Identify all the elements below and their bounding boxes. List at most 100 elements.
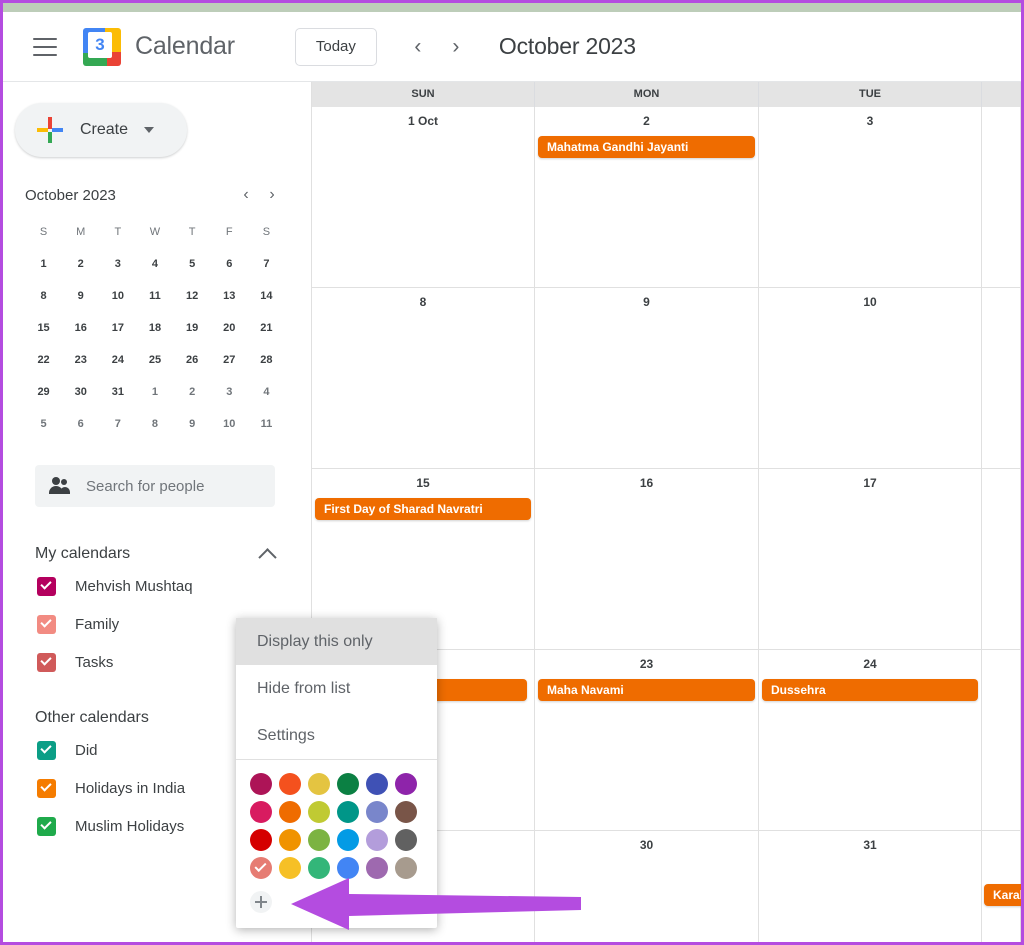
calendar-event[interactable]: Dussehra: [762, 679, 978, 701]
day-number[interactable]: 17: [759, 476, 981, 490]
mini-calendar-day[interactable]: 23: [62, 350, 99, 371]
mini-calendar-day[interactable]: 19: [174, 318, 211, 339]
google-calendar-logo-icon[interactable]: 3: [83, 27, 121, 66]
mini-calendar-prev-icon[interactable]: ‹: [233, 182, 259, 208]
mini-calendar-day[interactable]: 11: [136, 286, 173, 307]
mini-calendar-day[interactable]: 30: [62, 382, 99, 403]
day-cell[interactable]: 10: [759, 288, 982, 468]
chevron-left-icon[interactable]: ‹: [401, 30, 435, 64]
mini-calendar-day[interactable]: 1: [136, 382, 173, 403]
calendar-event[interactable]: Mahatma Gandhi Jayanti: [538, 136, 755, 158]
mini-calendar-day[interactable]: 22: [25, 350, 62, 371]
mini-calendar-day[interactable]: 9: [62, 286, 99, 307]
mini-calendar-day[interactable]: 14: [248, 286, 285, 307]
calendar-event[interactable]: Karak: [984, 884, 1021, 906]
day-cell[interactable]: 8: [312, 288, 535, 468]
mini-calendar-day[interactable]: 2: [174, 382, 211, 403]
color-swatch[interactable]: [279, 857, 301, 879]
my-calendar-item[interactable]: Mehvish Mushtaq: [35, 567, 280, 605]
mini-calendar-day[interactable]: 8: [136, 414, 173, 435]
color-swatch[interactable]: [250, 857, 272, 879]
day-cell[interactable]: 31: [759, 831, 982, 942]
calendar-checkbox[interactable]: [37, 652, 56, 672]
color-swatch[interactable]: [250, 829, 272, 851]
mini-calendar-day[interactable]: 7: [248, 254, 285, 275]
day-number[interactable]: 16: [535, 476, 758, 490]
color-swatch[interactable]: [308, 773, 330, 795]
day-cell[interactable]: Karak: [982, 831, 1021, 942]
day-number[interactable]: 1 Oct: [312, 114, 534, 128]
today-button[interactable]: Today: [294, 27, 377, 66]
day-cell[interactable]: 23 Maha Navami: [535, 650, 759, 830]
mini-calendar-day[interactable]: 5: [174, 254, 211, 275]
color-swatch[interactable]: [250, 773, 272, 795]
calendar-checkbox[interactable]: [37, 740, 56, 760]
context-menu-item[interactable]: Display this only: [236, 618, 437, 665]
mini-calendar-day[interactable]: 24: [99, 350, 136, 371]
day-number[interactable]: 23: [535, 657, 758, 671]
mini-calendar-day[interactable]: 2: [62, 254, 99, 275]
color-swatch[interactable]: [337, 829, 359, 851]
mini-calendar-day[interactable]: 7: [99, 414, 136, 435]
color-swatch[interactable]: [250, 801, 272, 823]
mini-calendar-day[interactable]: 27: [211, 350, 248, 371]
mini-calendar-day[interactable]: 13: [211, 286, 248, 307]
calendar-checkbox[interactable]: [37, 778, 56, 798]
color-swatch[interactable]: [337, 857, 359, 879]
calendar-event[interactable]: First Day of Sharad Navratri: [315, 498, 531, 520]
search-for-people-input[interactable]: Search for people: [35, 465, 275, 507]
mini-calendar-day[interactable]: 3: [211, 382, 248, 403]
color-swatch[interactable]: [395, 829, 417, 851]
color-swatch[interactable]: [279, 829, 301, 851]
mini-calendar-day[interactable]: 17: [99, 318, 136, 339]
mini-calendar-day[interactable]: 10: [211, 414, 248, 435]
chevron-up-icon[interactable]: [258, 547, 277, 567]
mini-calendar-day[interactable]: 31: [99, 382, 136, 403]
day-cell[interactable]: 3: [759, 107, 982, 287]
mini-calendar-day[interactable]: 6: [62, 414, 99, 435]
day-number[interactable]: 8: [312, 295, 534, 309]
color-swatch[interactable]: [366, 773, 388, 795]
my-calendars-header[interactable]: My calendars: [35, 541, 280, 567]
color-swatch[interactable]: [308, 857, 330, 879]
mini-calendar-day[interactable]: 6: [211, 254, 248, 275]
mini-calendar-day[interactable]: 5: [25, 414, 62, 435]
mini-calendar-day[interactable]: 1: [25, 254, 62, 275]
context-menu-item[interactable]: Settings: [236, 712, 437, 759]
mini-calendar-day[interactable]: 9: [174, 414, 211, 435]
mini-calendar-day[interactable]: 21: [248, 318, 285, 339]
color-swatch[interactable]: [279, 773, 301, 795]
mini-calendar-day[interactable]: 26: [174, 350, 211, 371]
day-cell[interactable]: [982, 107, 1021, 287]
create-button[interactable]: Create: [15, 103, 187, 157]
color-swatch[interactable]: [337, 773, 359, 795]
day-number[interactable]: 9: [535, 295, 758, 309]
day-number[interactable]: 2: [535, 114, 758, 128]
calendar-checkbox[interactable]: [37, 576, 56, 596]
day-cell[interactable]: 24 Dussehra: [759, 650, 982, 830]
chevron-right-icon[interactable]: ›: [439, 30, 473, 64]
mini-calendar-next-icon[interactable]: ›: [259, 182, 285, 208]
color-swatch[interactable]: [395, 801, 417, 823]
color-swatch[interactable]: [395, 773, 417, 795]
mini-calendar-day[interactable]: 4: [136, 254, 173, 275]
day-number[interactable]: 31: [759, 838, 981, 852]
calendar-checkbox[interactable]: [37, 614, 56, 634]
context-menu-item[interactable]: Hide from list: [236, 665, 437, 712]
day-cell[interactable]: 17: [759, 469, 982, 649]
color-swatch[interactable]: [279, 801, 301, 823]
mini-calendar-day[interactable]: 25: [136, 350, 173, 371]
mini-calendar-day[interactable]: 3: [99, 254, 136, 275]
color-swatch[interactable]: [395, 857, 417, 879]
mini-calendar-day[interactable]: 28: [248, 350, 285, 371]
color-swatch[interactable]: [337, 801, 359, 823]
day-number[interactable]: 30: [535, 838, 758, 852]
mini-calendar-day[interactable]: 11: [248, 414, 285, 435]
calendar-checkbox[interactable]: [37, 816, 56, 836]
hamburger-icon[interactable]: [33, 37, 57, 56]
mini-calendar-day[interactable]: 12: [174, 286, 211, 307]
color-swatch[interactable]: [366, 857, 388, 879]
mini-calendar-day[interactable]: 16: [62, 318, 99, 339]
calendar-event[interactable]: Maha Navami: [538, 679, 755, 701]
day-number[interactable]: 15: [312, 476, 534, 490]
